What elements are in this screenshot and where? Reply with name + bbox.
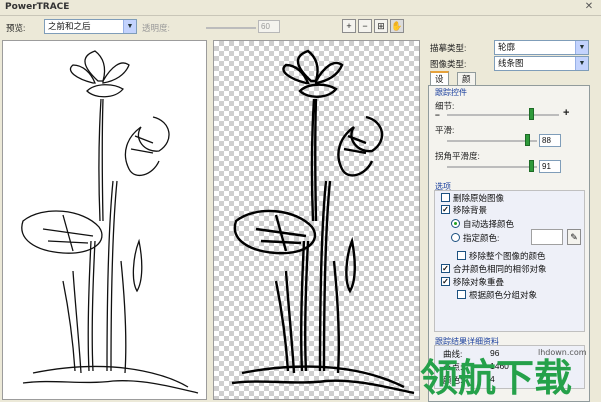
chevron-down-icon: ▼ (123, 20, 136, 33)
check-icon: ✓ (441, 277, 450, 286)
group-by-color-label: 根据颜色分组对象 (469, 290, 538, 300)
smooth-slider[interactable] (447, 140, 537, 142)
watermark-brand: 领航下载 (420, 356, 573, 400)
image-type-value: 线条图 (498, 58, 524, 68)
preview-label: 预览: (6, 23, 26, 33)
trace-controls-title: 跟踪控件 (435, 88, 467, 97)
window-title: PowerTRACE (5, 2, 70, 12)
specify-color-label: 指定颜色: (463, 233, 500, 243)
smooth-slider-thumb[interactable] (525, 134, 530, 146)
title-bar: PowerTRACE ✕ (0, 0, 601, 16)
radio-icon (451, 233, 460, 242)
merge-adjacent-label: 合并颜色相同的相邻对象 (453, 264, 547, 274)
transparency-input[interactable]: 60 (258, 20, 280, 33)
preview-mode-select[interactable]: 之前和之后 ▼ (44, 19, 137, 34)
image-type-select[interactable]: 线条图 ▼ (494, 56, 589, 71)
smooth-input[interactable]: 88 (539, 134, 561, 147)
remove-background-label: 移除背景 (453, 205, 488, 215)
fit-icon[interactable]: ⊞ (374, 19, 388, 33)
preview-mode-value: 之前和之后 (48, 21, 91, 31)
tab-settings[interactable]: 设置 (430, 71, 449, 96)
corner-slider[interactable] (447, 166, 537, 168)
specify-color-radio[interactable]: 指定颜色: (451, 233, 499, 243)
remove-entire-color-checkbox[interactable]: 移除整个图像的颜色 (457, 251, 546, 261)
detail-slider-thumb[interactable] (529, 108, 534, 120)
image-type-label: 图像类型: (430, 59, 467, 69)
corner-input[interactable]: 91 (539, 160, 561, 173)
chevron-down-icon: ▼ (575, 41, 588, 54)
zoom-in-icon[interactable]: + (342, 19, 356, 33)
merge-adjacent-checkbox[interactable]: ✓ 合并颜色相同的相邻对象 (441, 264, 547, 274)
zoom-out-icon[interactable]: − (358, 19, 372, 33)
trace-type-select[interactable]: 轮廓 ▼ (494, 40, 589, 55)
corner-smoothness-label: 拐角平滑度: (435, 151, 480, 161)
delete-original-checkbox[interactable]: 删除原始图像 (441, 193, 504, 203)
options-group: 删除原始图像 ✓ 移除背景 自动选择颜色 指定颜色: ✎ 移除整个图像的颜色 ✓ 合… (434, 190, 585, 332)
delete-original-label: 删除原始图像 (453, 193, 505, 203)
trace-type-label: 描摹类型: (430, 43, 467, 53)
checkbox-box (457, 251, 466, 260)
auto-color-label: 自动选择颜色 (463, 219, 515, 229)
auto-color-radio[interactable]: 自动选择颜色 (451, 219, 514, 229)
remove-entire-color-label: 移除整个图像的颜色 (469, 251, 546, 261)
chevron-down-icon: ▼ (575, 57, 588, 70)
tab-colors[interactable]: 颜色 (457, 72, 476, 96)
smooth-label: 平滑: (435, 125, 455, 135)
remove-background-checkbox[interactable]: ✓ 移除背景 (441, 205, 487, 215)
group-by-color-checkbox[interactable]: 根据颜色分组对象 (457, 290, 537, 300)
color-swatch[interactable] (531, 229, 563, 245)
lotus-traced-image (231, 49, 415, 395)
transparency-label: 透明度: (142, 23, 170, 33)
plus-icon[interactable]: + (563, 107, 569, 119)
check-icon: ✓ (441, 264, 450, 273)
close-icon[interactable]: ✕ (583, 1, 595, 13)
radio-selected-icon (451, 219, 460, 228)
traced-preview (213, 40, 420, 400)
preview-toolbar: 预览: 之前和之后 ▼ 透明度: 60 (0, 16, 420, 38)
pan-hand-icon[interactable]: ✋ (390, 19, 404, 33)
original-preview (2, 40, 207, 400)
remove-overlap-label: 移除对象重叠 (453, 277, 505, 287)
transparency-slider[interactable] (206, 27, 256, 29)
remove-overlap-checkbox[interactable]: ✓ 移除对象重叠 (441, 277, 504, 287)
eyedropper-icon[interactable]: ✎ (567, 229, 581, 245)
trace-type-value: 轮廓 (498, 42, 516, 52)
checkbox-box (441, 193, 450, 202)
lotus-original-image (21, 50, 199, 394)
check-icon: ✓ (441, 205, 450, 214)
detail-slider[interactable] (447, 114, 559, 116)
minus-icon[interactable]: − (435, 110, 440, 120)
checkbox-box (457, 290, 466, 299)
corner-slider-thumb[interactable] (529, 160, 534, 172)
